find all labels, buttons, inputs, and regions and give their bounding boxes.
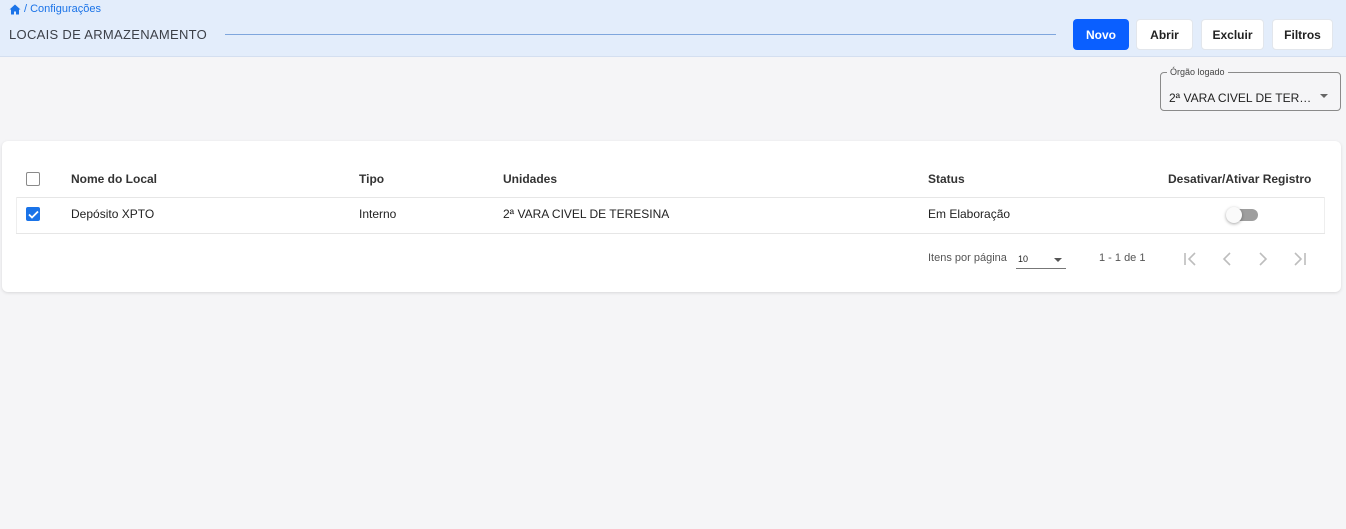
next-page-button[interactable] [1251,247,1275,271]
previous-page-icon [1222,252,1231,266]
orgao-logado-label: Órgão logado [1167,67,1228,78]
breadcrumb-current[interactable]: Configurações [30,3,101,15]
abrir-button[interactable]: Abrir [1136,19,1193,50]
page-header: / Configurações LOCAIS DE ARMAZENAMENTO … [0,0,1346,57]
filtros-button[interactable]: Filtros [1272,19,1333,50]
table-row[interactable] [16,197,1325,234]
novo-button[interactable]: Novo [1073,19,1129,50]
column-header-nome[interactable]: Nome do Local [71,172,157,186]
items-per-page-label: Itens por página [928,252,1007,264]
last-page-button[interactable] [1287,247,1311,271]
ativar-registro-toggle[interactable] [1226,207,1258,223]
column-header-tipo[interactable]: Tipo [359,172,384,186]
previous-page-button[interactable] [1215,247,1239,271]
first-page-button[interactable] [1179,247,1203,271]
excluir-button[interactable]: Excluir [1201,19,1264,50]
breadcrumb-separator: / [24,3,28,15]
page-size-value: 10 [1018,254,1029,264]
orgao-logado-select[interactable]: Órgão logado 2ª VARA CIVEL DE TERESINA [1160,67,1341,111]
title-divider [225,34,1056,35]
toggle-thumb [1226,207,1242,223]
orgao-logado-value: 2ª VARA CIVEL DE TERESINA [1169,91,1314,105]
column-header-ativar: Desativar/Ativar Registro [1168,172,1312,186]
chevron-down-icon [1320,94,1328,98]
cell-unidades: 2ª VARA CIVEL DE TERESINA [503,207,670,221]
row-checkbox[interactable] [26,207,40,221]
row-divider [16,233,1325,234]
cell-status: Em Elaboração [928,207,1011,221]
first-page-icon [1184,252,1196,266]
select-all-checkbox[interactable] [26,172,40,186]
next-page-icon [1259,252,1268,266]
chevron-down-icon [1054,258,1062,262]
check-icon [27,210,39,219]
column-header-unidades[interactable]: Unidades [503,172,557,186]
last-page-icon [1294,252,1306,266]
cell-tipo: Interno [359,207,397,221]
cell-nome: Depósito XPTO [71,207,155,221]
column-header-status[interactable]: Status [928,172,965,186]
page-range: 1 - 1 de 1 [1099,252,1146,264]
page-size-select[interactable]: 10 [1016,249,1066,269]
table-card: Nome do Local Tipo Unidades Status Desat… [2,141,1341,292]
page-title: LOCAIS DE ARMAZENAMENTO [9,27,208,42]
breadcrumb: / Configurações [9,3,101,15]
home-icon[interactable] [9,4,21,15]
